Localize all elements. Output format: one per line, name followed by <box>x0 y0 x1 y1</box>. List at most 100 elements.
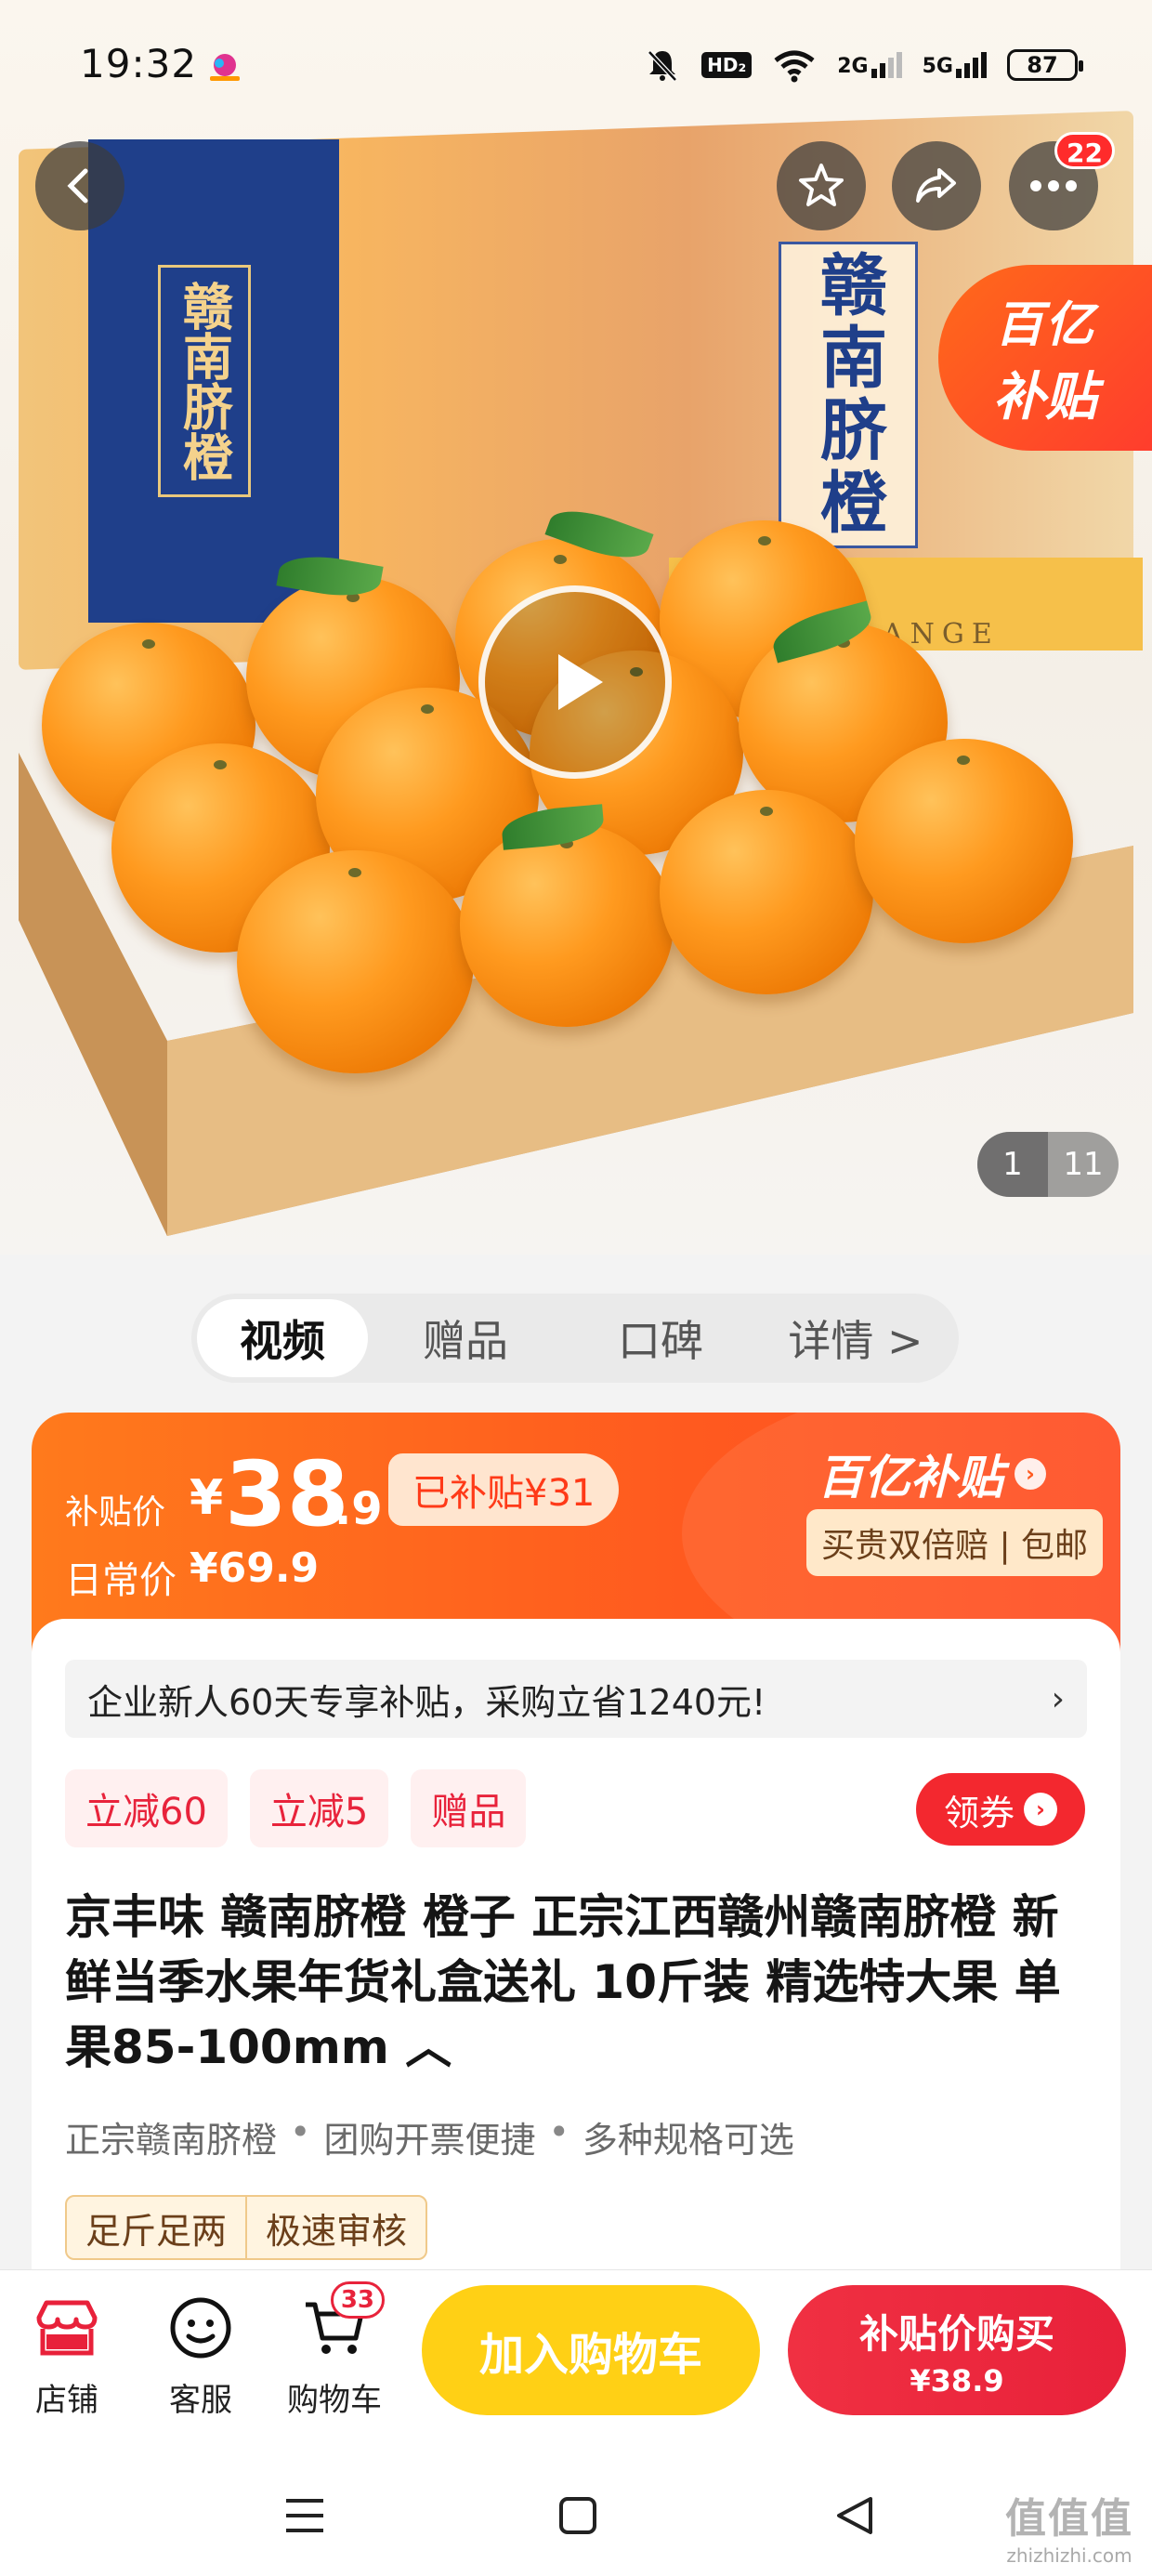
subsidized-amount-badge: 已补贴¥31 <box>388 1453 620 1526</box>
discount-chip[interactable]: 立减5 <box>249 1769 389 1847</box>
customer-service-button[interactable]: 客服 <box>145 2291 256 2430</box>
feature-item: 多种规格可选 <box>582 2120 794 2161</box>
gift-chip[interactable]: 赠品 <box>411 1769 527 1847</box>
subsidy-brand-link[interactable]: 百亿补贴 › <box>818 1440 1046 1507</box>
subsidy-tag: 百亿 补贴 <box>938 265 1152 451</box>
more-button[interactable]: 22 <box>1009 132 1115 230</box>
play-icon <box>558 654 603 710</box>
price-card: 补贴价 ¥ 38 .9 已补贴¥31 日常价 ¥69.9 百亿补贴 › 买贵双倍… <box>32 1413 1120 2342</box>
image-counter: 1 11 <box>977 1132 1119 1197</box>
feature-item: 正宗赣南脐橙 <box>65 2120 278 2161</box>
subsidy-tag-bottom: 补贴 <box>993 367 1097 427</box>
hd-badge: HD₂ <box>701 52 753 78</box>
promo-text: 企业新人60天专享补贴，采购立省1240元! <box>87 1681 766 1723</box>
tab-video[interactable]: 视频 <box>197 1299 368 1377</box>
buy-now-label: 补贴价购买 <box>858 2310 1054 2357</box>
cart-button[interactable]: 33 购物车 <box>279 2281 390 2430</box>
notification-badge: 22 <box>1054 132 1115 169</box>
orange-fruit <box>237 850 474 1073</box>
home-nav-button[interactable] <box>541 2483 615 2548</box>
get-coupon-button[interactable]: 领券 › <box>916 1773 1085 1846</box>
system-navigation-bar: 值值值 zhizhizhi.com <box>0 2455 1152 2576</box>
service-tags: 足斤足两 极速审核 <box>65 2195 428 2260</box>
product-title[interactable]: 京丰味 赣南脐橙 橙子 正宗江西赣州赣南脐橙 新鲜当季水果年货礼盒送礼 10斤装… <box>65 1885 1096 2080</box>
signal-2g: 2G <box>837 52 902 78</box>
subsidy-price-label: 补贴价 <box>65 1493 166 1531</box>
status-icons: HD₂ 2G 5G 87 <box>644 45 1083 85</box>
bottom-action-bar: 店铺 客服 33 购物车 加入购物车 补贴价购买 ¥38.9 <box>0 2269 1152 2455</box>
box-brand-front: 赣南脐橙 <box>779 242 918 548</box>
menu-nav-button[interactable] <box>268 2483 342 2548</box>
signal-5g-label: 5G <box>922 55 953 78</box>
share-icon <box>916 168 956 203</box>
watermark-logo: 值值值 <box>1005 2495 1133 2543</box>
subsidy-brand-text: 百亿补贴 <box>818 1451 1003 1505</box>
status-time: 19:32 <box>80 41 198 86</box>
service-tag: 极速审核 <box>245 2197 425 2258</box>
product-info-card: 企业新人60天专享补贴，采购立省1240元! › 立减60 立减5 赠品 领券 … <box>32 1619 1120 2342</box>
chevron-left-icon <box>67 168 88 204</box>
shop-button[interactable]: 店铺 <box>11 2291 123 2430</box>
separator-dot: • <box>290 2111 311 2152</box>
site-watermark: 值值值 zhizhizhi.com <box>1005 2485 1133 2567</box>
back-triangle-icon <box>837 2497 872 2534</box>
battery-icon: 87 <box>1007 49 1083 81</box>
back-button[interactable] <box>35 141 124 230</box>
app-notification-icon <box>210 54 240 81</box>
price-decimal: .9 <box>334 1483 383 1535</box>
favorite-button[interactable] <box>777 141 866 230</box>
home-square-icon <box>559 2497 596 2534</box>
service-label: 客服 <box>169 2382 232 2419</box>
subsidy-tag-top: 百亿 <box>994 297 1095 353</box>
signal-bars-icon <box>956 52 987 78</box>
price-currency: ¥ <box>190 1470 224 1526</box>
chat-face-icon <box>164 2291 238 2365</box>
cart-count-badge: 33 <box>330 2281 385 2319</box>
buy-now-button[interactable]: 补贴价购买 ¥38.9 <box>788 2285 1126 2415</box>
cart-icon: 33 <box>297 2281 385 2365</box>
star-icon <box>799 164 844 206</box>
orange-fruit <box>660 790 873 994</box>
status-bar: 19:32 HD₂ 2G 5G 87 <box>0 0 1152 139</box>
feature-item: 团购开票便捷 <box>323 2120 536 2161</box>
cart-label: 购物车 <box>287 2382 382 2419</box>
image-total: 11 <box>1063 1146 1104 1183</box>
orange-fruit <box>855 739 1073 943</box>
discount-chip[interactable]: 立减60 <box>65 1769 228 1847</box>
back-nav-button[interactable] <box>818 2483 892 2548</box>
product-detail-page: 赣南脐橙 赣南脐橙 ANGE 百亿 补贴 1 11 19:32 HD₂ 2G 5… <box>0 0 1152 2576</box>
section-tabs: 视频 赠品 口碑 详情 > <box>191 1294 959 1383</box>
play-video-button[interactable] <box>478 585 672 779</box>
daily-price-value: ¥69.9 <box>190 1544 320 1592</box>
service-tag: 足斤足两 <box>85 2210 228 2252</box>
enterprise-promo-banner[interactable]: 企业新人60天专享补贴，采购立省1240元! › <box>65 1660 1087 1738</box>
watermark-url: zhizhizhi.com <box>1006 2544 1132 2567</box>
tab-reviews[interactable]: 口碑 <box>563 1299 758 1377</box>
image-index: 1 <box>977 1132 1048 1197</box>
signal-2g-label: 2G <box>837 55 869 78</box>
feature-list: 正宗赣南脐橙 • 团购开票便捷 • 多种规格可选 <box>65 2111 794 2162</box>
chevron-right-icon: › <box>1015 1458 1046 1490</box>
shop-label: 店铺 <box>35 2382 98 2419</box>
tab-details[interactable]: 详情 > <box>758 1299 953 1377</box>
daily-price-label: 日常价 <box>65 1559 177 1602</box>
chevron-right-icon: › <box>1024 1793 1057 1826</box>
more-dots-icon <box>1030 180 1077 191</box>
coupon-label: 领券 <box>943 1792 1015 1833</box>
price-integer: 38 <box>225 1442 349 1546</box>
mute-bell-icon <box>648 50 677 82</box>
wifi-icon <box>774 50 815 83</box>
tab-gift[interactable]: 赠品 <box>368 1299 563 1377</box>
buy-now-price: ¥38.9 <box>910 2362 1004 2399</box>
share-button[interactable] <box>892 141 981 230</box>
menu-icon <box>286 2499 323 2532</box>
signal-5g: 5G <box>923 52 987 78</box>
shop-icon <box>30 2291 104 2365</box>
orange-fruit <box>460 822 674 1027</box>
signal-bars-icon <box>871 52 902 78</box>
chevron-right-icon: › <box>1051 1679 1065 1718</box>
separator-dot: • <box>548 2111 569 2152</box>
add-to-cart-button[interactable]: 加入购物车 <box>422 2285 760 2415</box>
box-brand-left: 赣南脐橙 <box>158 265 251 497</box>
guarantee-badge: 买贵双倍赔 | 包邮 <box>806 1509 1104 1576</box>
